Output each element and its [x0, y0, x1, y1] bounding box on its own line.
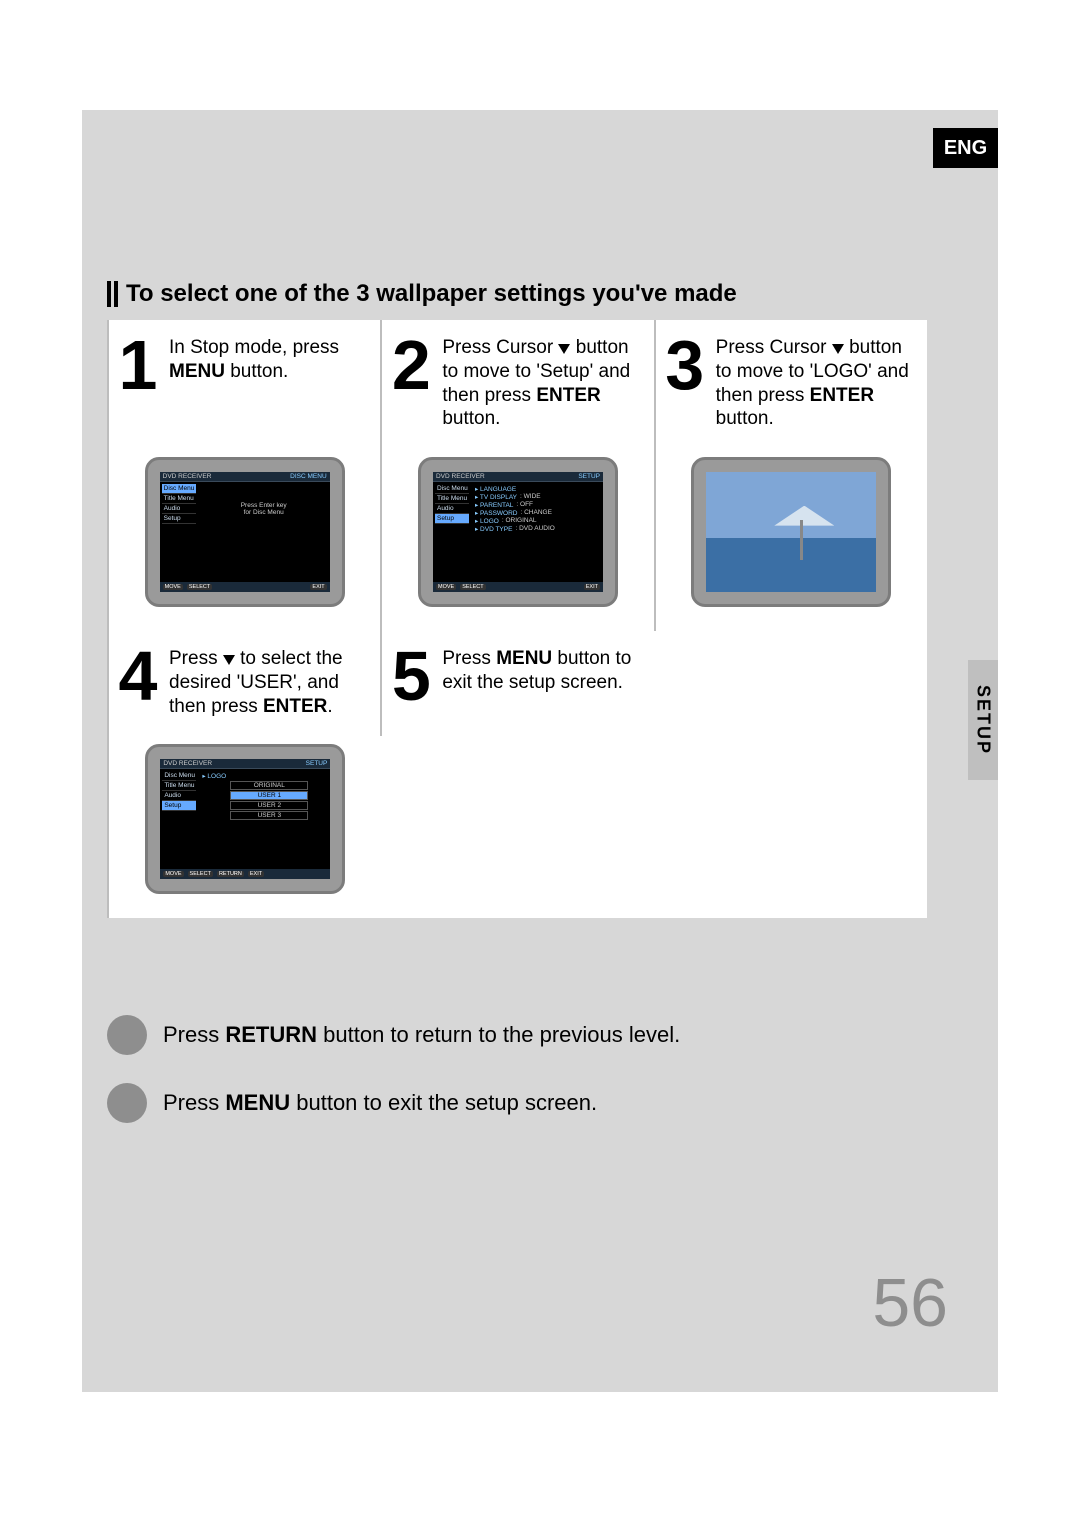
language-badge: ENG [933, 128, 998, 168]
step-2: 2 Press Cursor button to move to 'Setup'… [380, 320, 653, 449]
section-title: To select one of the 3 wallpaper setting… [107, 280, 737, 308]
tv-mode: DISC MENU [290, 473, 326, 480]
step-text: Press Cursor button to move to 'LOGO' an… [716, 330, 921, 431]
step-number: 1 [115, 330, 161, 431]
step-row-2: 4 Press to select the desired 'USER', an… [107, 631, 927, 736]
tv-mode: SETUP [306, 760, 328, 767]
umbrella-icon [774, 506, 834, 526]
tv-footer: MOVE SELECT EXIT [433, 582, 603, 592]
tip-text: Press MENU button to exit the setup scre… [163, 1090, 597, 1116]
title-bars-icon [107, 281, 118, 307]
tv-title: DVD RECEIVER [163, 473, 212, 480]
tv-title: DVD RECEIVER [436, 473, 485, 480]
step-number: 2 [388, 330, 434, 431]
step-5: 5 Press MENU button to exit the setup sc… [380, 631, 653, 736]
step-4-screenshot: DVD RECEIVER SETUP Disc Menu Title Menu … [107, 736, 382, 918]
tv-settings-list: ▸ LANGUAGE ▸ TV DISPLAY: WIDE ▸ PARENTAL… [471, 482, 603, 582]
step-number: 3 [662, 330, 708, 431]
step-number: 4 [115, 641, 161, 718]
wallpaper-preview [706, 472, 876, 592]
step-text: Press to select the desired 'USER', and … [169, 641, 374, 718]
footer-tips: Press RETURN button to return to the pre… [107, 1015, 927, 1151]
tip-menu: Press MENU button to exit the setup scre… [107, 1083, 927, 1123]
tv-mode: SETUP [578, 473, 600, 480]
tv-title: DVD RECEIVER [163, 760, 212, 767]
side-tab-label: SETUP [973, 685, 994, 755]
step-text: Press MENU button to exit the setup scre… [442, 641, 647, 718]
thumb-row-1: DVD RECEIVER DISC MENU Disc Menu Title M… [107, 449, 927, 631]
step-2-screenshot: DVD RECEIVER SETUP Disc Menu Title Menu … [380, 449, 653, 631]
step-3: 3 Press Cursor button to move to 'LOGO' … [654, 320, 927, 449]
manual-page: ENG To select one of the 3 wallpaper set… [82, 110, 998, 1392]
tv-footer: MOVE SELECT RETURN EXIT [160, 869, 330, 879]
step-4: 4 Press to select the desired 'USER', an… [107, 631, 380, 736]
tip-return: Press RETURN button to return to the pre… [107, 1015, 927, 1055]
tv-footer: MOVE SELECT EXIT [160, 582, 330, 592]
step-3-screenshot [654, 449, 927, 631]
tv-left-menu: Disc Menu Title Menu Audio Setup [433, 482, 471, 582]
tip-text: Press RETURN button to return to the pre… [163, 1022, 680, 1048]
section-side-tab: SETUP [968, 660, 998, 780]
tv-left-menu: Disc Menu Title Menu Audio Setup [160, 482, 198, 582]
bullet-icon [107, 1015, 147, 1055]
step-1: 1 In Stop mode, press MENU button. [107, 320, 380, 449]
steps-area: 1 In Stop mode, press MENU button. 2 Pre… [107, 320, 927, 918]
thumb-row-2: DVD RECEIVER SETUP Disc Menu Title Menu … [107, 736, 927, 918]
step-1-screenshot: DVD RECEIVER DISC MENU Disc Menu Title M… [107, 449, 380, 631]
tv-logo-options: ▸ LOGO ORIGINAL USER 1 USER 2 USER 3 [198, 769, 330, 869]
section-title-text: To select one of the 3 wallpaper setting… [126, 280, 737, 308]
step-number: 5 [388, 641, 434, 718]
step-text: Press Cursor button to move to 'Setup' a… [442, 330, 647, 431]
tv-left-menu: Disc Menu Title Menu Audio Setup [160, 769, 198, 869]
bullet-icon [107, 1083, 147, 1123]
page-number: 56 [872, 1264, 948, 1342]
tv-center: Press Enter key for Disc Menu [198, 482, 330, 582]
step-row-1: 1 In Stop mode, press MENU button. 2 Pre… [107, 320, 927, 449]
step-text: In Stop mode, press MENU button. [169, 330, 374, 431]
